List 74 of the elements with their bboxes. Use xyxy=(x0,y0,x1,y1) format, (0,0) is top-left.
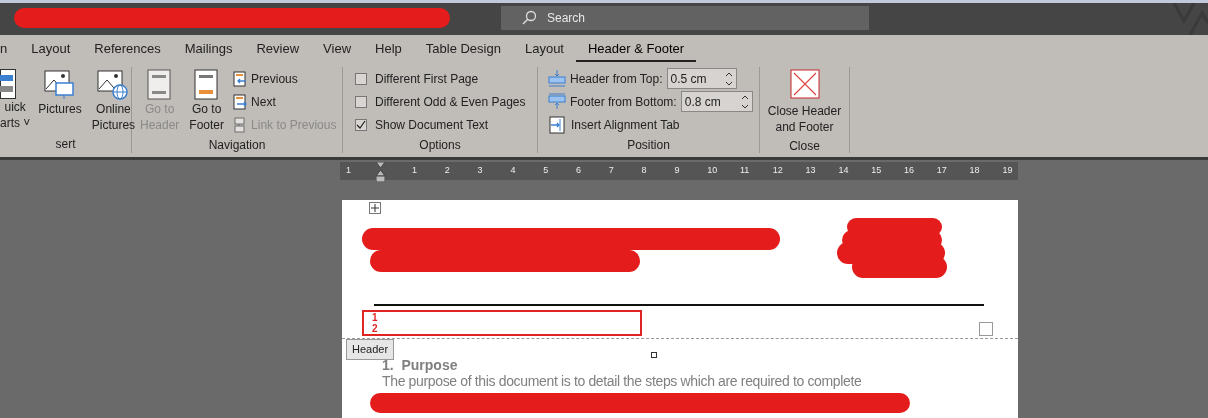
checkbox-label: Show Document Text xyxy=(375,116,489,134)
header-position-icon xyxy=(548,70,566,87)
ribbon-tab[interactable]: Review xyxy=(244,36,312,62)
body-text: The purpose of this document is to detail the steps which are required to complete xyxy=(382,373,862,391)
group-label: Options xyxy=(418,137,462,154)
ruler-number: 18 xyxy=(969,164,980,177)
group-label: Position xyxy=(626,137,671,154)
ribbon-button[interactable]: Insert Alignment Tab xyxy=(548,113,753,136)
spin-icon xyxy=(724,71,733,86)
ruler-number: 16 xyxy=(904,164,914,177)
table-end-marker xyxy=(979,322,993,336)
previous-icon xyxy=(232,70,249,87)
ruler-number: 10 xyxy=(707,164,718,177)
ribbon-tab[interactable]: n xyxy=(0,36,20,62)
ruler-number: 1 xyxy=(412,164,417,177)
indent-marker xyxy=(376,162,385,182)
ruler-number: 15 xyxy=(871,164,882,177)
spin-field[interactable]: 0.5 cm xyxy=(666,68,737,89)
ribbon-tab[interactable]: Table Design xyxy=(413,36,513,62)
checkbox[interactable] xyxy=(355,95,367,108)
checkbox-label: Different First Page xyxy=(375,70,479,88)
ruler-number: 4 xyxy=(510,164,516,177)
ruler-number: 19 xyxy=(1002,164,1013,177)
group-label: Close xyxy=(788,138,821,155)
ribbon-button[interactable]: Next xyxy=(232,90,337,113)
ruler-number: 14 xyxy=(838,164,849,177)
field-label: Header from Top: xyxy=(570,70,663,88)
alignment-tab-icon xyxy=(548,115,566,134)
field-label: Footer from Bottom: xyxy=(570,93,677,111)
search-placeholder: Search xyxy=(547,10,586,27)
ribbon-button[interactable]: Pictures xyxy=(36,67,84,135)
checkbox[interactable] xyxy=(355,72,367,85)
search-field[interactable]: Search xyxy=(501,6,869,30)
ruler-number: 7 xyxy=(608,164,614,177)
footer-position-icon xyxy=(548,93,566,110)
ruler-number: 13 xyxy=(805,164,816,177)
ribbon-tab[interactable]: Mailings xyxy=(172,36,245,62)
ruler-number: 1 xyxy=(346,164,351,177)
ruler-number: 8 xyxy=(641,164,647,177)
checkbox-label: Different Odd & Even Pages xyxy=(375,93,526,111)
ruler-number: 17 xyxy=(936,164,947,177)
search-icon xyxy=(521,10,537,26)
anchor-marker xyxy=(651,352,657,358)
check-icon xyxy=(356,119,366,130)
group-label: sert xyxy=(54,136,77,153)
ribbon-tab[interactable]: Layout xyxy=(19,36,83,62)
ribbon-tab[interactable]: References xyxy=(82,36,173,62)
ribbon-tab[interactable]: Help xyxy=(363,36,414,62)
ruler-number: 6 xyxy=(576,164,581,177)
header-line: 1 xyxy=(372,312,379,323)
close-header-button[interactable]: Close Header and Footer xyxy=(765,67,844,137)
ribbon-button[interactable]: uick arts ˅ xyxy=(0,67,31,135)
spin-icon xyxy=(740,94,749,109)
spin-field[interactable]: 0.8 cm xyxy=(680,91,753,112)
next-icon xyxy=(232,93,249,110)
ribbon-button[interactable]: Previous xyxy=(232,67,337,90)
ruler-number: 9 xyxy=(674,164,680,177)
ribbon-tab[interactable]: Layout xyxy=(512,36,576,62)
header-line: 2 xyxy=(372,323,379,334)
ruler-number: 12 xyxy=(772,164,783,177)
move-handle-icon[interactable] xyxy=(369,202,381,214)
ribbon-tab[interactable]: View xyxy=(311,36,364,62)
ribbon-button[interactable]: Online Pictures xyxy=(89,67,138,135)
header-tag: Header xyxy=(346,339,395,360)
close-icon xyxy=(789,69,820,99)
ruler-number: 11 xyxy=(740,164,750,177)
group-label: Navigation xyxy=(207,137,267,154)
ruler-number: 3 xyxy=(477,164,483,177)
checkbox[interactable] xyxy=(355,118,367,131)
ribbon-button[interactable]: Go to Footer xyxy=(187,67,227,136)
ruler-number: 5 xyxy=(543,164,549,177)
ruler-number: 2 xyxy=(444,164,450,177)
picture-icon xyxy=(44,69,77,101)
online-picture-icon xyxy=(97,69,130,101)
